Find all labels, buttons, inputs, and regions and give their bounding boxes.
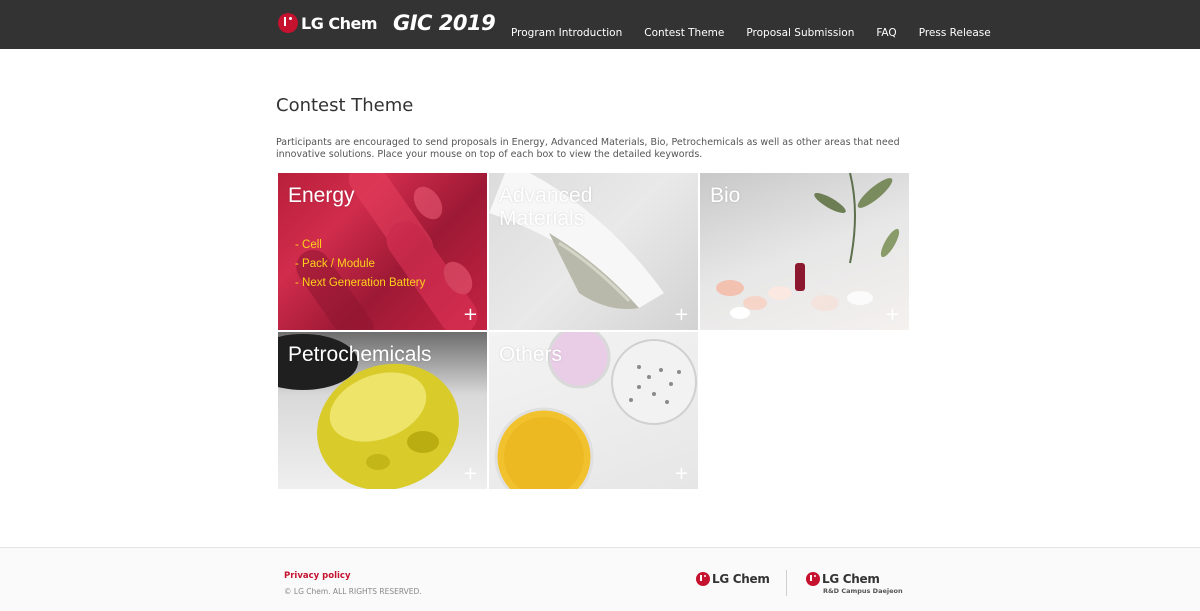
theme-tile-petrochemicals[interactable]: Petrochemicals + <box>278 332 487 489</box>
nav-faq[interactable]: FAQ <box>876 27 896 39</box>
plus-icon[interactable]: + <box>674 465 689 483</box>
theme-title-energy: Energy <box>288 184 355 207</box>
top-header: LG Chem GIC 2019 Program Introduction Co… <box>0 0 1200 49</box>
footer <box>0 548 1200 611</box>
theme-title-others: Others <box>499 343 563 366</box>
theme-title-advanced-line1: Advanced <box>499 184 593 207</box>
main-nav: Program Introduction Contest Theme Propo… <box>511 27 991 39</box>
lg-chem-logo-text: LG Chem <box>301 13 378 33</box>
theme-title-advanced-materials: Advanced Materials <box>499 184 592 230</box>
intro-text: Participants are encouraged to send prop… <box>276 137 900 160</box>
nav-program-introduction[interactable]: Program Introduction <box>511 27 622 39</box>
theme-grid: Energy - Cell - Pack / Module - Next Gen… <box>278 173 910 489</box>
theme-tile-others[interactable]: Others + <box>489 332 698 489</box>
gic-logo-text: GIC 2019 <box>393 11 496 35</box>
nav-proposal-submission[interactable]: Proposal Submission <box>746 27 854 39</box>
theme-title-petrochemicals: Petrochemicals <box>288 343 432 366</box>
lg-logo-icon <box>696 572 710 586</box>
keyword-next-generation-battery: - Next Generation Battery <box>295 277 426 289</box>
privacy-policy-link[interactable]: Privacy policy <box>284 571 350 581</box>
theme-title-advanced-line2: Materials <box>499 207 585 230</box>
theme-title-bio: Bio <box>710 184 741 207</box>
plus-icon[interactable]: + <box>463 306 478 324</box>
lg-logo-icon <box>278 13 298 33</box>
footer-lg-chem-rd-logo[interactable]: LG Chem <box>806 572 880 586</box>
nav-contest-theme[interactable]: Contest Theme <box>644 27 724 39</box>
copyright-text: © LG Chem. ALL RIGHTS RESERVED. <box>284 587 422 596</box>
lg-logo-icon <box>806 572 820 586</box>
lg-chem-logo[interactable]: LG Chem <box>278 13 378 33</box>
gic-2019-logo[interactable]: GIC 2019 <box>393 11 496 35</box>
energy-keyword-list: - Cell - Pack / Module - Next Generation… <box>295 236 425 293</box>
footer-rd-logo-text: LG Chem <box>822 572 880 586</box>
page-title: Contest Theme <box>276 95 414 116</box>
footer-lg-chem-logo[interactable]: LG Chem <box>696 572 770 586</box>
footer-logo-text: LG Chem <box>712 572 770 586</box>
theme-tile-bio[interactable]: Bio + <box>700 173 909 330</box>
keyword-cell: - Cell <box>295 239 322 251</box>
nav-press-release[interactable]: Press Release <box>919 27 991 39</box>
rd-campus-label: R&D Campus Daejeon <box>823 587 903 595</box>
theme-tile-advanced-materials[interactable]: Advanced Materials + <box>489 173 698 330</box>
keyword-pack-module: - Pack / Module <box>295 258 375 270</box>
plus-icon[interactable]: + <box>674 306 689 324</box>
plus-icon[interactable]: + <box>463 465 478 483</box>
theme-tile-energy[interactable]: Energy - Cell - Pack / Module - Next Gen… <box>278 173 487 330</box>
footer-logo-divider <box>786 570 787 596</box>
plus-icon[interactable]: + <box>885 306 900 324</box>
